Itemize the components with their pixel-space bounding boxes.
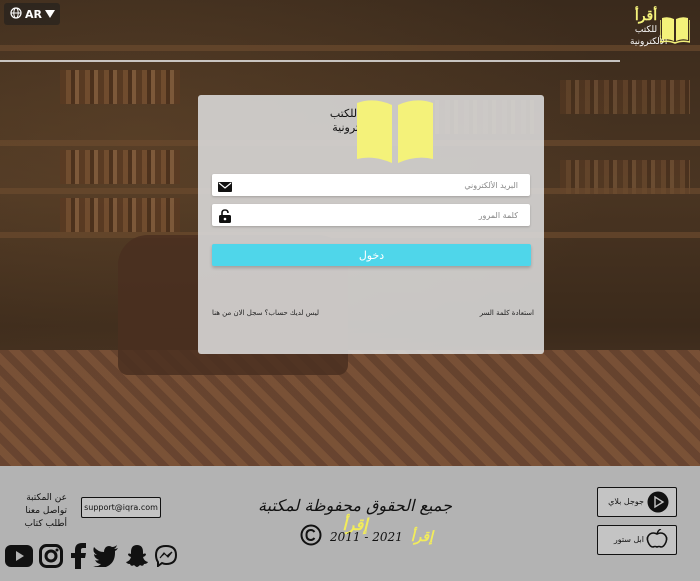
about-link[interactable]: عن المكتبة xyxy=(14,492,67,505)
forgot-password-link[interactable]: استعادة كلمة السر xyxy=(480,309,534,317)
youtube-icon[interactable] xyxy=(5,545,33,571)
logo-title: أقرأ xyxy=(634,8,658,24)
copyright-icon xyxy=(300,524,322,549)
bookshelf-books xyxy=(60,70,180,104)
lock-icon xyxy=(218,208,232,227)
google-play-label: جوجل بلاي xyxy=(608,497,644,506)
footer-links: عن المكتبة تواصل معنا أطلب كتاب xyxy=(14,492,67,531)
snapchat-icon[interactable] xyxy=(125,544,149,572)
instagram-icon[interactable] xyxy=(39,544,63,572)
open-book-icon xyxy=(357,100,433,163)
copyright-years: 2011 - 2021 إقرأ xyxy=(300,524,433,549)
years-brand: إقرأ xyxy=(410,528,433,545)
google-play-button[interactable]: جوجل بلاي xyxy=(597,487,677,517)
bookshelf-books xyxy=(60,150,180,184)
login-button[interactable]: دخول xyxy=(212,244,531,266)
rights-text: جميع الحقوق محفوظة لمكتبة xyxy=(258,496,452,515)
bookshelf-books xyxy=(60,198,180,232)
apple-icon xyxy=(644,528,670,555)
header-divider xyxy=(0,60,620,62)
language-selector[interactable]: AR xyxy=(4,3,60,25)
contact-link[interactable]: تواصل معنا xyxy=(14,505,67,518)
email-input[interactable] xyxy=(236,174,522,196)
password-field[interactable] xyxy=(212,204,530,226)
facebook-icon[interactable] xyxy=(69,543,87,573)
footer: عن المكتبة تواصل معنا أطلب كتاب support@… xyxy=(0,466,700,581)
messenger-icon[interactable] xyxy=(154,544,178,571)
signup-link[interactable]: ليس لديك حساب؟ سجل الان من هنا xyxy=(212,309,319,317)
chevron-down-icon xyxy=(44,8,55,21)
logo-line-2: للكتب xyxy=(634,25,658,35)
password-input[interactable] xyxy=(236,204,522,226)
language-code: AR xyxy=(25,7,42,21)
years-text: 2011 - 2021 xyxy=(330,529,403,544)
email-field[interactable] xyxy=(212,174,530,196)
app-store-button[interactable]: ابل ستور xyxy=(597,525,677,555)
open-book-icon xyxy=(660,17,690,44)
play-icon xyxy=(646,491,670,517)
support-email[interactable]: support@iqra.com xyxy=(81,497,161,518)
bookshelf-books xyxy=(560,80,690,114)
carpet xyxy=(0,350,700,466)
mail-icon xyxy=(218,178,232,197)
globe-icon xyxy=(10,6,22,22)
request-book-link[interactable]: أطلب كتاب xyxy=(14,518,67,531)
twitter-icon[interactable] xyxy=(93,545,119,571)
logo-line-3: الألكترونية xyxy=(630,37,668,47)
site-logo[interactable]: أقرأ للكتب الألكترونية xyxy=(630,8,692,60)
login-card: أقرأ للكتب الألكترونية دخول ليس لديك حسا… xyxy=(198,95,544,354)
social-icons xyxy=(5,543,178,573)
app-store-label: ابل ستور xyxy=(613,535,644,544)
